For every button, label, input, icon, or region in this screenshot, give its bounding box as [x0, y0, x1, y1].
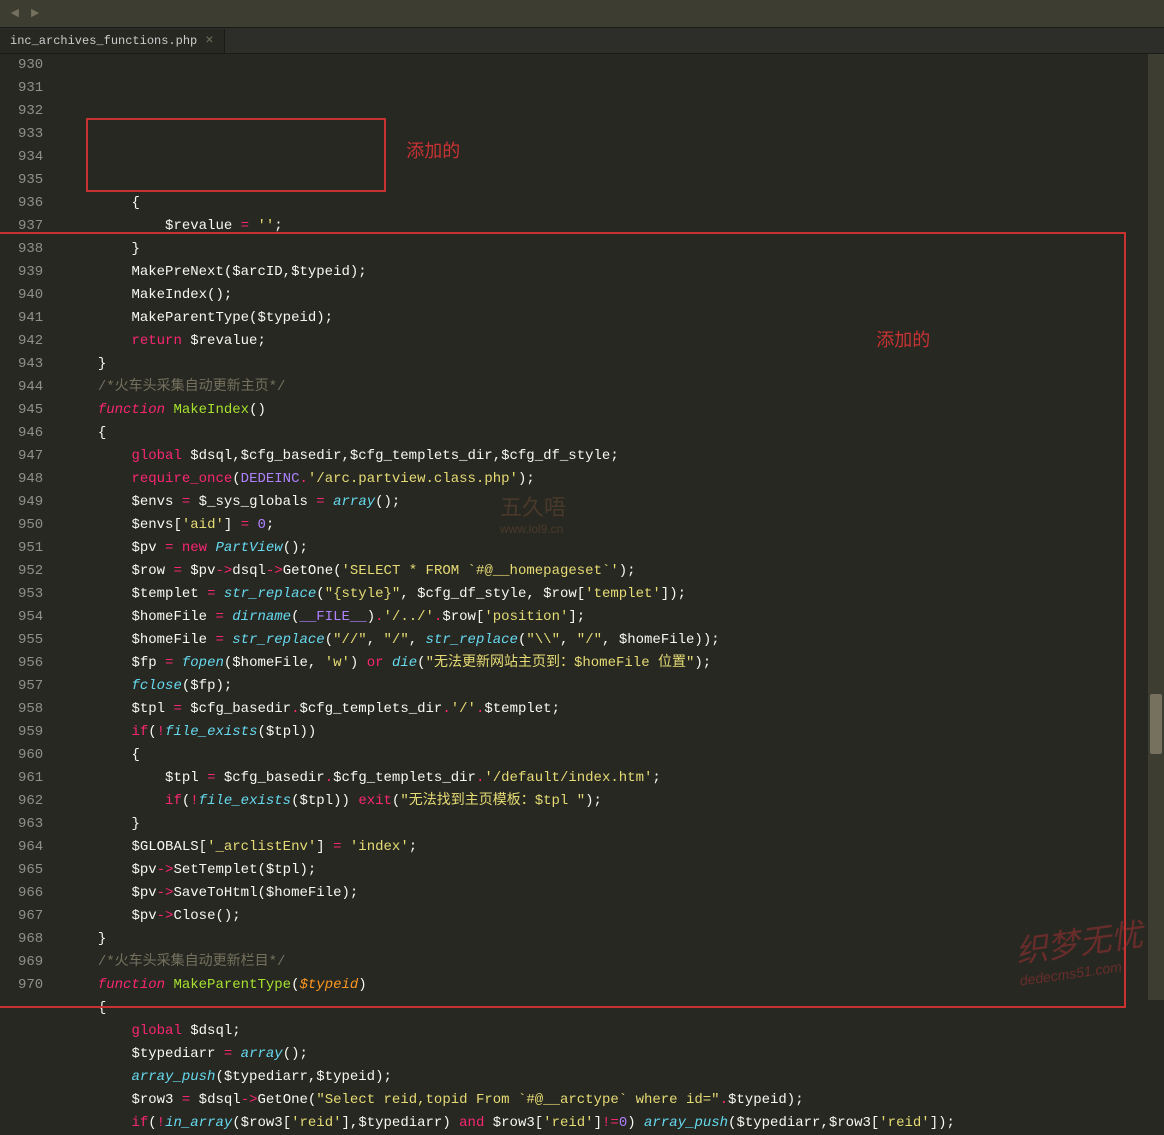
vertical-scrollbar[interactable]	[1148, 54, 1164, 1000]
tab-file[interactable]: inc_archives_functions.php ×	[0, 29, 225, 53]
code-line[interactable]: MakeIndex();	[64, 284, 1164, 307]
line-number: 951	[18, 537, 43, 560]
code-line[interactable]: $envs['aid'] = 0;	[64, 514, 1164, 537]
line-number: 957	[18, 675, 43, 698]
code-line[interactable]: }	[64, 813, 1164, 836]
code-line[interactable]: $pv = new PartView();	[64, 537, 1164, 560]
code-line[interactable]: $row = $pv->dsql->GetOne('SELECT * FROM …	[64, 560, 1164, 583]
line-number: 936	[18, 192, 43, 215]
code-line[interactable]: $tpl = $cfg_basedir.$cfg_templets_dir.'/…	[64, 767, 1164, 790]
code-line[interactable]: {	[64, 744, 1164, 767]
line-number: 940	[18, 284, 43, 307]
code-line[interactable]: $typediarr = array();	[64, 1043, 1164, 1066]
line-number: 942	[18, 330, 43, 353]
line-number: 931	[18, 77, 43, 100]
line-number: 943	[18, 353, 43, 376]
code-line[interactable]: function MakeIndex()	[64, 399, 1164, 422]
line-number: 958	[18, 698, 43, 721]
highlight-label-1: 添加的	[406, 140, 460, 163]
line-number: 968	[18, 928, 43, 951]
line-number: 970	[18, 974, 43, 997]
line-number: 952	[18, 560, 43, 583]
code-line[interactable]: $homeFile = dirname(__FILE__).'/../'.$ro…	[64, 606, 1164, 629]
code-line[interactable]: $tpl = $cfg_basedir.$cfg_templets_dir.'/…	[64, 698, 1164, 721]
highlight-box-1	[86, 118, 386, 192]
nav-forward-icon[interactable]: ►	[26, 5, 44, 23]
code-line[interactable]: /*火车头采集自动更新栏目*/	[64, 951, 1164, 974]
line-number: 959	[18, 721, 43, 744]
code-line[interactable]: $row3 = $dsql->GetOne("Select reid,topid…	[64, 1089, 1164, 1112]
code-line[interactable]: require_once(DEDEINC.'/arc.partview.clas…	[64, 468, 1164, 491]
scroll-thumb[interactable]	[1150, 694, 1162, 754]
code-line[interactable]: {	[64, 192, 1164, 215]
code-line[interactable]: }	[64, 928, 1164, 951]
line-number: 956	[18, 652, 43, 675]
line-number: 949	[18, 491, 43, 514]
line-number: 969	[18, 951, 43, 974]
code-line[interactable]: function MakeParentType($typeid)	[64, 974, 1164, 997]
line-number: 948	[18, 468, 43, 491]
code-line[interactable]: MakePreNext($arcID,$typeid);	[64, 261, 1164, 284]
code-line[interactable]: }	[64, 353, 1164, 376]
line-number: 946	[18, 422, 43, 445]
line-number: 938	[18, 238, 43, 261]
toolbar: ◄ ►	[0, 0, 1164, 28]
code-line[interactable]: global $dsql;	[64, 1020, 1164, 1043]
code-line[interactable]: return $revalue;	[64, 330, 1164, 353]
line-number: 966	[18, 882, 43, 905]
code-line[interactable]: if(!in_array($row3['reid'],$typediarr) a…	[64, 1112, 1164, 1135]
line-number: 930	[18, 54, 43, 77]
code-line[interactable]: }	[64, 238, 1164, 261]
close-icon[interactable]: ×	[205, 33, 213, 49]
code-line[interactable]: MakeParentType($typeid);	[64, 307, 1164, 330]
tab-bar: inc_archives_functions.php ×	[0, 28, 1164, 54]
line-number: 941	[18, 307, 43, 330]
code-area[interactable]: 添加的 添加的 { $revalue = ''; } MakePreNext($…	[56, 54, 1164, 1000]
code-line[interactable]: array_push($typediarr,$typeid);	[64, 1066, 1164, 1089]
line-number: 961	[18, 767, 43, 790]
code-line[interactable]: /*火车头采集自动更新主页*/	[64, 376, 1164, 399]
code-line[interactable]: $revalue = '';	[64, 215, 1164, 238]
line-gutter: 9309319329339349359369379389399409419429…	[0, 54, 56, 1000]
tab-filename: inc_archives_functions.php	[10, 34, 197, 48]
code-line[interactable]: $pv->SaveToHtml($homeFile);	[64, 882, 1164, 905]
line-number: 955	[18, 629, 43, 652]
line-number: 932	[18, 100, 43, 123]
editor: 9309319329339349359369379389399409419429…	[0, 54, 1164, 1000]
code-line[interactable]: $GLOBALS['_arclistEnv'] = 'index';	[64, 836, 1164, 859]
code-line[interactable]: $homeFile = str_replace("//", "/", str_r…	[64, 629, 1164, 652]
code-line[interactable]: $fp = fopen($homeFile, 'w') or die("无法更新…	[64, 652, 1164, 675]
line-number: 933	[18, 123, 43, 146]
code-line[interactable]: $templet = str_replace("{style}", $cfg_d…	[64, 583, 1164, 606]
code-line[interactable]: $pv->Close();	[64, 905, 1164, 928]
line-number: 964	[18, 836, 43, 859]
line-number: 934	[18, 146, 43, 169]
code-line[interactable]: {	[64, 422, 1164, 445]
line-number: 962	[18, 790, 43, 813]
line-number: 937	[18, 215, 43, 238]
line-number: 967	[18, 905, 43, 928]
code-line[interactable]: if(!file_exists($tpl)) exit("无法找到主页模板：$t…	[64, 790, 1164, 813]
nav-back-icon[interactable]: ◄	[6, 5, 24, 23]
line-number: 953	[18, 583, 43, 606]
code-line[interactable]: global $dsql,$cfg_basedir,$cfg_templets_…	[64, 445, 1164, 468]
line-number: 965	[18, 859, 43, 882]
line-number: 960	[18, 744, 43, 767]
line-number: 947	[18, 445, 43, 468]
line-number: 954	[18, 606, 43, 629]
code-line[interactable]: if(!file_exists($tpl))	[64, 721, 1164, 744]
line-number: 950	[18, 514, 43, 537]
line-number: 935	[18, 169, 43, 192]
highlight-label-2: 添加的	[876, 329, 930, 352]
line-number: 944	[18, 376, 43, 399]
code-line[interactable]: fclose($fp);	[64, 675, 1164, 698]
code-line[interactable]: $pv->SetTemplet($tpl);	[64, 859, 1164, 882]
line-number: 939	[18, 261, 43, 284]
line-number: 945	[18, 399, 43, 422]
line-number: 963	[18, 813, 43, 836]
code-line[interactable]: {	[64, 997, 1164, 1020]
code-line[interactable]: $envs = $_sys_globals = array();	[64, 491, 1164, 514]
